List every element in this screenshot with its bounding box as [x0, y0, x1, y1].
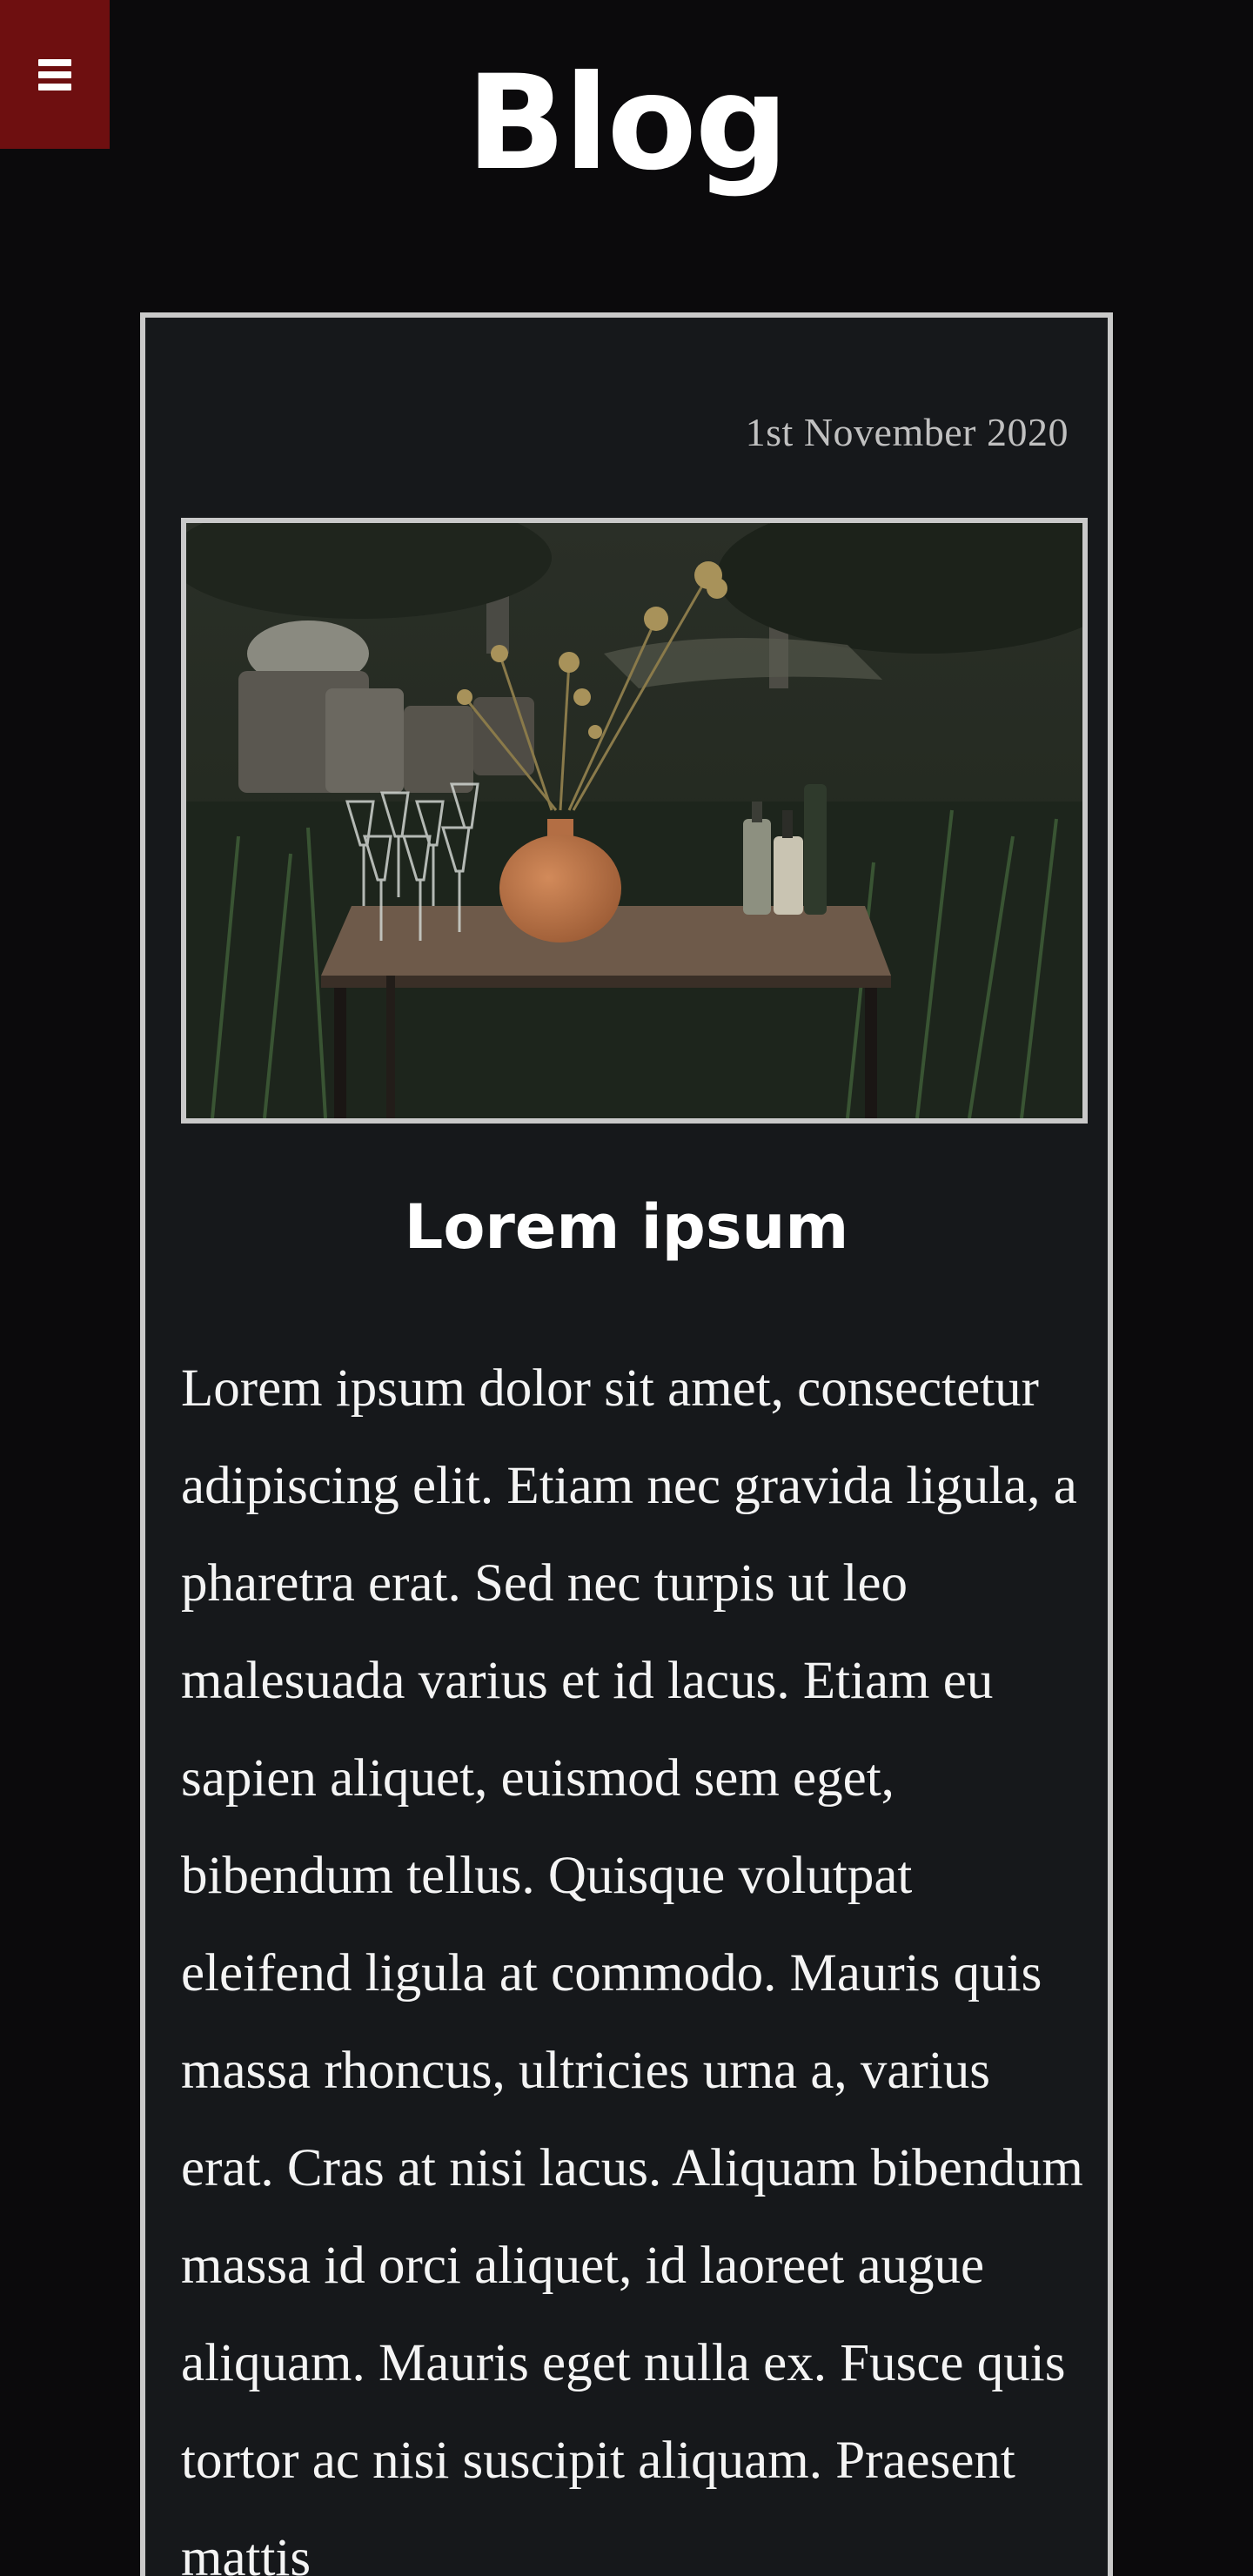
post-title: Lorem ipsum — [404, 1191, 849, 1263]
page-title: Blog — [466, 48, 788, 199]
post-date: 1st November 2020 — [745, 410, 1069, 454]
post-image — [181, 518, 1088, 1124]
post-body: Lorem ipsum dolor sit amet, consectetur … — [181, 1359, 1083, 2576]
blog-post-card: 1st November 2020 Lorem ipsum Lorem ipsu… — [140, 312, 1113, 2576]
